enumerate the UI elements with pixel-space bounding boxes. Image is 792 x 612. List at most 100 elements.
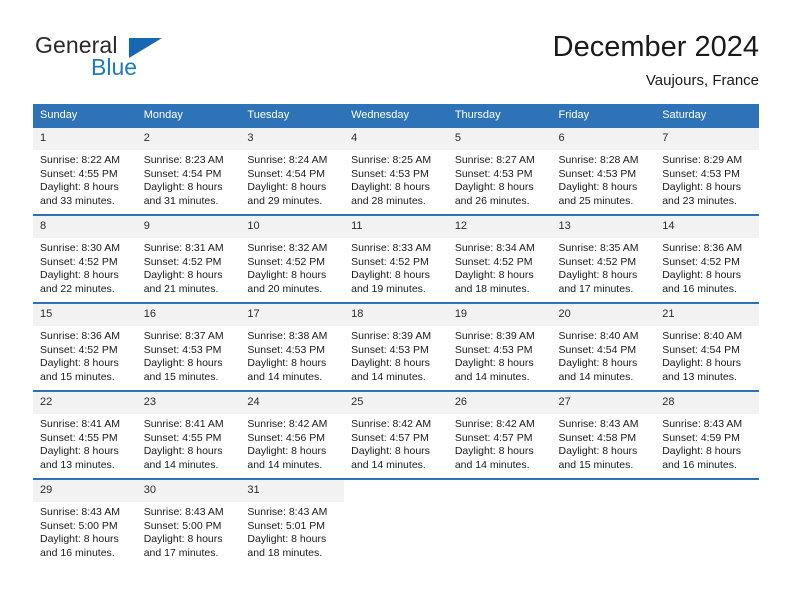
sunrise-text: Sunrise: 8:41 AM	[143, 418, 224, 430]
daylight-text-line2: and 14 minutes.	[247, 458, 323, 471]
sunset-text: Sunset: 4:54 PM	[558, 343, 637, 356]
day-number: 3	[240, 128, 345, 150]
sunset-text: Sunset: 5:01 PM	[247, 519, 326, 532]
calendar-day-cell[interactable]: 21 Sunrise: 8:40 AM Sunset: 4:54 PM Dayligh…	[655, 302, 759, 390]
sunset-text: Sunset: 4:55 PM	[143, 431, 222, 444]
calendar-day-cell[interactable]: 19 Sunrise: 8:39 AM Sunset: 4:53 PM Dayligh…	[447, 302, 552, 390]
day-info: Sunrise: 8:35 AM Sunset: 4:52 PM Daylight:…	[552, 238, 656, 296]
sunrise-text: Sunrise: 8:23 AM	[143, 154, 224, 166]
day-info: Sunrise: 8:36 AM Sunset: 4:52 PM Daylight:…	[33, 326, 137, 384]
calendar-day-cell[interactable]: 13 Sunrise: 8:35 AM Sunset: 4:52 PM Dayligh…	[551, 214, 656, 302]
day-number: 22	[33, 392, 137, 414]
daylight-text-line1: Daylight: 8 hours	[558, 181, 638, 193]
calendar-day-cell[interactable]: 1 Sunrise: 8:22 AM Sunset: 4:55 PM Daylight…	[33, 126, 137, 214]
calendar-day-cell[interactable]: 15 Sunrise: 8:36 AM Sunset: 4:52 PM Dayligh…	[33, 302, 137, 390]
day-info: Sunrise: 8:34 AM Sunset: 4:52 PM Daylight:…	[448, 238, 552, 296]
day-number	[655, 480, 759, 502]
sunset-text: Sunset: 5:00 PM	[40, 519, 118, 532]
day-info: Sunrise: 8:33 AM Sunset: 4:52 PM Daylight:…	[344, 238, 448, 296]
daylight-text-line2: and 26 minutes.	[454, 194, 530, 207]
daylight-text-line1: Daylight: 8 hours	[40, 533, 119, 545]
sunset-text: Sunset: 4:52 PM	[40, 343, 118, 356]
day-number	[551, 480, 656, 502]
day-number: 31	[240, 480, 345, 502]
calendar-day-cell[interactable]: 5 Sunrise: 8:27 AM Sunset: 4:53 PM Daylight…	[447, 126, 552, 214]
daylight-text-line2: and 15 minutes.	[558, 458, 634, 471]
weekday-header-monday: Monday	[136, 104, 241, 126]
calendar-day-cell[interactable]: 12 Sunrise: 8:34 AM Sunset: 4:52 PM Dayligh…	[447, 214, 552, 302]
weekday-header-thursday: Thursday	[447, 104, 552, 126]
calendar-header-row: Sunday Monday Tuesday Wednesday Thursday…	[33, 104, 759, 126]
calendar-day-cell[interactable]: 29 Sunrise: 8:43 AM Sunset: 5:00 PM Dayligh…	[33, 478, 137, 566]
calendar-day-cell[interactable]: 6 Sunrise: 8:28 AM Sunset: 4:53 PM Daylight…	[551, 126, 656, 214]
sunrise-text: Sunrise: 8:34 AM	[454, 242, 535, 254]
daylight-text-line1: Daylight: 8 hours	[351, 269, 430, 281]
day-number: 26	[447, 392, 552, 414]
daylight-text-line1: Daylight: 8 hours	[662, 445, 742, 457]
sunrise-text: Sunrise: 8:41 AM	[40, 418, 120, 430]
calendar-day-cell[interactable]: 30 Sunrise: 8:43 AM Sunset: 5:00 PM Dayligh…	[136, 478, 241, 566]
daylight-text-line1: Daylight: 8 hours	[247, 533, 327, 545]
day-info: Sunrise: 8:38 AM Sunset: 4:53 PM Daylight:…	[240, 326, 344, 384]
day-info: Sunrise: 8:37 AM Sunset: 4:53 PM Daylight:…	[137, 326, 241, 384]
sunset-text: Sunset: 4:57 PM	[454, 431, 533, 444]
daylight-text-line1: Daylight: 8 hours	[454, 357, 534, 369]
day-info: Sunrise: 8:40 AM Sunset: 4:54 PM Daylight:…	[655, 326, 759, 384]
sunrise-text: Sunrise: 8:28 AM	[558, 154, 639, 166]
day-number	[447, 480, 552, 502]
calendar-day-cell[interactable]: 26 Sunrise: 8:42 AM Sunset: 4:57 PM Dayligh…	[447, 390, 552, 478]
calendar-day-cell[interactable]: 27 Sunrise: 8:43 AM Sunset: 4:58 PM Dayligh…	[551, 390, 656, 478]
day-number: 27	[551, 392, 656, 414]
calendar-day-cell[interactable]: 10 Sunrise: 8:32 AM Sunset: 4:52 PM Dayligh…	[240, 214, 345, 302]
day-number: 5	[447, 128, 552, 150]
calendar-day-cell[interactable]: 9 Sunrise: 8:31 AM Sunset: 4:52 PM Daylight…	[136, 214, 241, 302]
calendar-day-cell[interactable]: 24 Sunrise: 8:42 AM Sunset: 4:56 PM Dayligh…	[240, 390, 345, 478]
daylight-text-line2: and 23 minutes.	[662, 194, 737, 207]
calendar-day-cell[interactable]: 3 Sunrise: 8:24 AM Sunset: 4:54 PM Daylight…	[240, 126, 345, 214]
daylight-text-line2: and 16 minutes.	[662, 282, 737, 295]
day-info: Sunrise: 8:31 AM Sunset: 4:52 PM Daylight:…	[137, 238, 241, 296]
calendar-day-cell[interactable]: 25 Sunrise: 8:42 AM Sunset: 4:57 PM Dayligh…	[344, 390, 448, 478]
daylight-text-line2: and 28 minutes.	[351, 194, 426, 207]
calendar-day-cell[interactable]: 14 Sunrise: 8:36 AM Sunset: 4:52 PM Dayligh…	[655, 214, 759, 302]
calendar-day-cell[interactable]: 4 Sunrise: 8:25 AM Sunset: 4:53 PM Daylight…	[344, 126, 448, 214]
day-number: 25	[344, 392, 448, 414]
daylight-text-line1: Daylight: 8 hours	[143, 269, 223, 281]
sunrise-text: Sunrise: 8:25 AM	[351, 154, 432, 166]
daylight-text-line2: and 31 minutes.	[143, 194, 219, 207]
sunset-text: Sunset: 4:53 PM	[662, 167, 740, 180]
calendar-day-cell[interactable]: 31 Sunrise: 8:43 AM Sunset: 5:01 PM Dayligh…	[240, 478, 345, 566]
sunset-text: Sunset: 4:53 PM	[454, 167, 533, 180]
daylight-text-line1: Daylight: 8 hours	[40, 357, 119, 369]
sunset-text: Sunset: 5:00 PM	[143, 519, 222, 532]
calendar-day-cell[interactable]: 20 Sunrise: 8:40 AM Sunset: 4:54 PM Dayligh…	[551, 302, 656, 390]
calendar-day-cell[interactable]: 18 Sunrise: 8:39 AM Sunset: 4:53 PM Dayligh…	[344, 302, 448, 390]
daylight-text-line1: Daylight: 8 hours	[662, 269, 742, 281]
sunrise-text: Sunrise: 8:40 AM	[558, 330, 639, 342]
calendar-day-cell[interactable]: 7 Sunrise: 8:29 AM Sunset: 4:53 PM Daylight…	[655, 126, 759, 214]
daylight-text-line2: and 14 minutes.	[351, 370, 426, 383]
page-title: December 2024	[552, 31, 759, 63]
sunrise-text: Sunrise: 8:43 AM	[40, 506, 120, 518]
calendar-week-row: 1 Sunrise: 8:22 AM Sunset: 4:55 PM Daylight…	[33, 126, 759, 214]
daylight-text-line2: and 17 minutes.	[143, 546, 219, 559]
sunset-text: Sunset: 4:52 PM	[558, 255, 637, 268]
day-info: Sunrise: 8:36 AM Sunset: 4:52 PM Daylight:…	[655, 238, 759, 296]
calendar-week-row: 22 Sunrise: 8:41 AM Sunset: 4:55 PM Dayligh…	[33, 390, 759, 478]
daylight-text-line2: and 15 minutes.	[143, 370, 219, 383]
calendar-day-cell[interactable]: 11 Sunrise: 8:33 AM Sunset: 4:52 PM Dayligh…	[344, 214, 448, 302]
calendar-day-cell[interactable]: 17 Sunrise: 8:38 AM Sunset: 4:53 PM Dayligh…	[240, 302, 345, 390]
calendar-day-cell[interactable]: 22 Sunrise: 8:41 AM Sunset: 4:55 PM Dayligh…	[33, 390, 137, 478]
daylight-text-line1: Daylight: 8 hours	[662, 357, 742, 369]
calendar-day-cell[interactable]: 28 Sunrise: 8:43 AM Sunset: 4:59 PM Dayligh…	[655, 390, 759, 478]
calendar-day-cell[interactable]: 2 Sunrise: 8:23 AM Sunset: 4:54 PM Daylight…	[136, 126, 241, 214]
day-number: 9	[136, 216, 241, 238]
calendar-day-cell[interactable]: 23 Sunrise: 8:41 AM Sunset: 4:55 PM Dayligh…	[136, 390, 241, 478]
calendar-day-cell[interactable]: 8 Sunrise: 8:30 AM Sunset: 4:52 PM Daylight…	[33, 214, 137, 302]
daylight-text-line2: and 19 minutes.	[351, 282, 426, 295]
calendar-day-cell[interactable]: 16 Sunrise: 8:37 AM Sunset: 4:53 PM Dayligh…	[136, 302, 241, 390]
sunrise-text: Sunrise: 8:42 AM	[351, 418, 432, 430]
daylight-text-line2: and 25 minutes.	[558, 194, 634, 207]
daylight-text-line1: Daylight: 8 hours	[662, 181, 742, 193]
logo-text-blue: Blue	[91, 54, 138, 80]
